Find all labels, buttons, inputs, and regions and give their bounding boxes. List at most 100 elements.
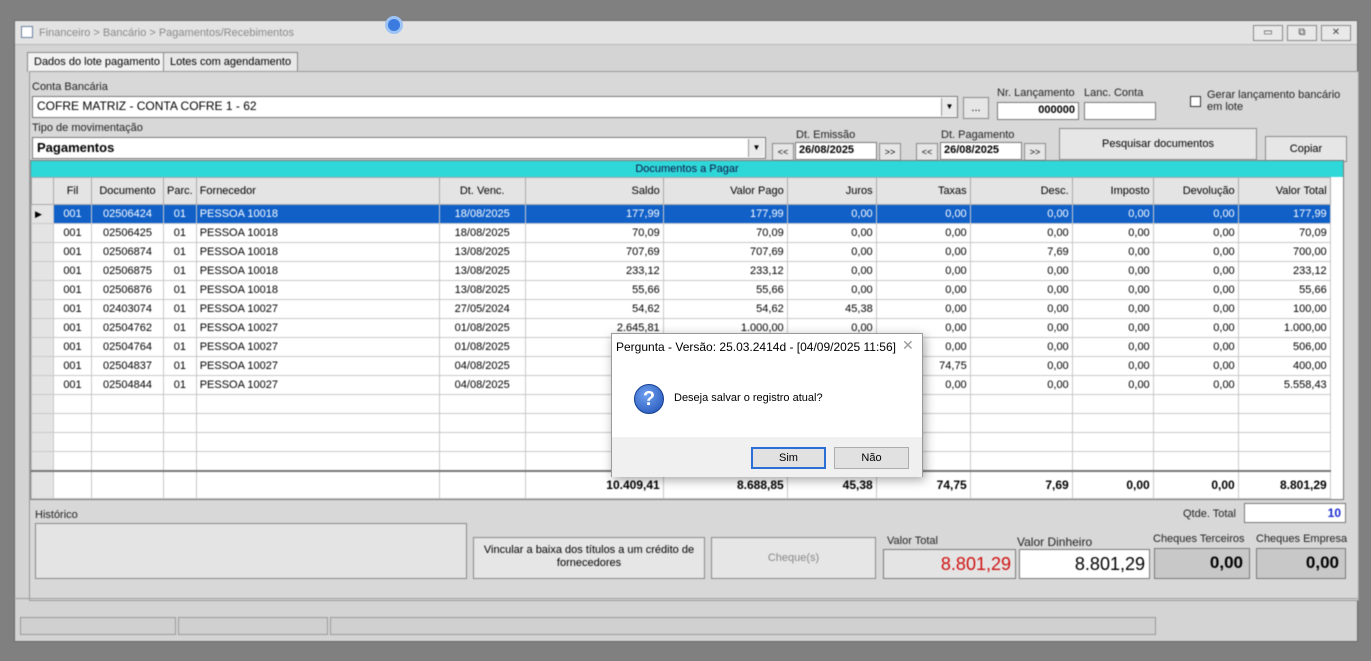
row-indicator[interactable] <box>31 299 54 319</box>
cell-fil[interactable] <box>53 394 92 414</box>
cell-parc[interactable]: 01 <box>163 223 197 243</box>
cell-desc[interactable]: 0,00 <box>969 261 1073 281</box>
cell-desc[interactable]: 0,00 <box>969 318 1073 338</box>
cell-dt-venc[interactable] <box>438 394 526 414</box>
col-header-valor-total[interactable]: Valor Total <box>1237 177 1331 205</box>
cell-dt-venc[interactable]: 04/08/2025 <box>438 356 526 376</box>
row-indicator[interactable] <box>31 394 54 414</box>
cell-fil[interactable]: 001 <box>53 223 92 243</box>
col-header-taxas[interactable]: Taxas <box>875 177 971 205</box>
cell-valor-total[interactable] <box>1237 394 1331 414</box>
cell-juros[interactable]: 0,00 <box>786 280 877 300</box>
cell-fornecedor[interactable]: PESSOA 10027 <box>195 299 440 319</box>
cell-valor-pago[interactable]: 54,62 <box>662 299 788 319</box>
cell-devolucao[interactable] <box>1152 451 1239 471</box>
cell-fil[interactable] <box>53 451 92 471</box>
cell-fornecedor[interactable]: PESSOA 10027 <box>195 356 440 376</box>
cell-juros[interactable]: 0,00 <box>786 204 877 224</box>
cell-saldo[interactable]: 54,62 <box>524 299 664 319</box>
cell-valor-total[interactable] <box>1237 432 1331 452</box>
cell-documento[interactable]: 02506424 <box>91 204 164 224</box>
conta-lookup-button[interactable]: ... <box>963 97 989 119</box>
col-header-juros[interactable]: Juros <box>786 177 877 205</box>
col-header-desc[interactable]: Desc. <box>969 177 1073 205</box>
cell-valor-total[interactable] <box>1237 451 1331 471</box>
cell-dt-venc[interactable]: 01/08/2025 <box>438 318 526 338</box>
cell-desc[interactable]: 0,00 <box>969 337 1073 357</box>
cell-valor-pago[interactable]: 707,69 <box>662 242 788 262</box>
cell-parc[interactable] <box>163 394 197 414</box>
table-row[interactable]: 001 02506876 01 PESSOA 10018 13/08/2025 55,66… <box>31 280 1331 300</box>
cell-desc[interactable] <box>969 451 1073 471</box>
cell-parc[interactable]: 01 <box>163 375 197 395</box>
cell-fil[interactable]: 001 <box>53 261 92 281</box>
cell-documento[interactable] <box>91 413 164 433</box>
dt-pagamento-field[interactable]: 26/08/2025 <box>940 142 1022 160</box>
cell-fornecedor[interactable]: PESSOA 10027 <box>195 318 440 338</box>
cell-devolucao[interactable]: 0,00 <box>1152 299 1239 319</box>
cell-documento[interactable] <box>91 432 164 452</box>
cell-imposto[interactable] <box>1071 413 1154 433</box>
cell-fil[interactable]: 001 <box>53 280 92 300</box>
cell-fornecedor[interactable] <box>195 394 440 414</box>
cell-taxas[interactable]: 0,00 <box>875 204 971 224</box>
cell-valor-pago[interactable]: 177,99 <box>662 204 788 224</box>
cell-imposto[interactable]: 0,00 <box>1071 223 1154 243</box>
cell-dt-venc[interactable] <box>438 413 526 433</box>
cell-imposto[interactable] <box>1071 451 1154 471</box>
dt-pagamento-prev-button[interactable]: << <box>916 143 938 161</box>
cell-devolucao[interactable]: 0,00 <box>1152 223 1239 243</box>
cell-parc[interactable] <box>163 413 197 433</box>
cell-imposto[interactable] <box>1071 432 1154 452</box>
close-button[interactable]: ✕ <box>1321 25 1351 41</box>
cell-fornecedor[interactable]: PESSOA 10018 <box>195 242 440 262</box>
cell-dt-venc[interactable]: 27/05/2024 <box>438 299 526 319</box>
cell-fil[interactable]: 001 <box>53 299 92 319</box>
cell-saldo[interactable]: 55,66 <box>524 280 664 300</box>
tipo-combo[interactable]: Pagamentos <box>32 137 766 159</box>
gerar-lote-checkbox[interactable] <box>1190 96 1201 107</box>
cell-dt-venc[interactable]: 04/08/2025 <box>438 375 526 395</box>
col-header-valor-pago[interactable]: Valor Pago <box>662 177 788 205</box>
cell-parc[interactable]: 01 <box>163 261 197 281</box>
cell-desc[interactable]: 0,00 <box>969 356 1073 376</box>
row-indicator[interactable] <box>31 413 54 433</box>
row-indicator[interactable] <box>31 223 54 243</box>
cell-fil[interactable]: 001 <box>53 204 92 224</box>
row-indicator[interactable] <box>31 451 54 471</box>
cell-valor-total[interactable]: 55,66 <box>1237 280 1331 300</box>
cell-valor-total[interactable]: 506,00 <box>1237 337 1331 357</box>
cell-valor-pago[interactable]: 233,12 <box>662 261 788 281</box>
cell-valor-total[interactable]: 400,00 <box>1237 356 1331 376</box>
cell-parc[interactable]: 01 <box>163 242 197 262</box>
cell-fil[interactable]: 001 <box>53 318 92 338</box>
cell-imposto[interactable]: 0,00 <box>1071 204 1154 224</box>
cell-fornecedor[interactable]: PESSOA 10027 <box>195 375 440 395</box>
cell-fornecedor[interactable]: PESSOA 10018 <box>195 204 440 224</box>
cell-devolucao[interactable]: 0,00 <box>1152 242 1239 262</box>
cell-valor-total[interactable]: 100,00 <box>1237 299 1331 319</box>
col-header-saldo[interactable]: Saldo <box>524 177 664 205</box>
cell-valor-total[interactable]: 177,99 <box>1237 204 1331 224</box>
cell-imposto[interactable]: 0,00 <box>1071 280 1154 300</box>
lanc-conta-field[interactable] <box>1084 102 1156 120</box>
sim-button[interactable]: Sim <box>751 447 826 469</box>
cell-dt-venc[interactable]: 18/08/2025 <box>438 223 526 243</box>
cell-taxas[interactable]: 0,00 <box>875 242 971 262</box>
cell-juros[interactable]: 0,00 <box>786 261 877 281</box>
cell-imposto[interactable]: 0,00 <box>1071 356 1154 376</box>
cell-dt-venc[interactable]: 13/08/2025 <box>438 280 526 300</box>
row-indicator[interactable] <box>31 469 54 499</box>
cell-imposto[interactable]: 0,00 <box>1071 375 1154 395</box>
row-indicator[interactable] <box>31 318 54 338</box>
cell-valor-pago[interactable]: 55,66 <box>662 280 788 300</box>
dt-emissao-field[interactable]: 26/08/2025 <box>795 142 877 160</box>
cell-devolucao[interactable] <box>1152 432 1239 452</box>
cell-fil[interactable]: 001 <box>53 337 92 357</box>
cell-parc[interactable] <box>163 432 197 452</box>
cell-dt-venc[interactable]: 18/08/2025 <box>438 204 526 224</box>
col-header-dt-venc[interactable]: Dt. Venc. <box>438 177 526 205</box>
cell-fil[interactable] <box>53 432 92 452</box>
cell-devolucao[interactable]: 0,00 <box>1152 375 1239 395</box>
cell-devolucao[interactable]: 0,00 <box>1152 280 1239 300</box>
